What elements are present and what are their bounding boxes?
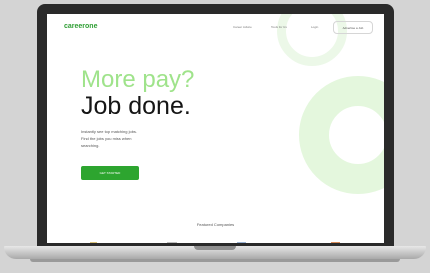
- hero-headline-primary: More pay?: [81, 66, 195, 93]
- decorative-ring-large: [299, 76, 384, 194]
- featured-companies-title: Featured Companies: [196, 222, 235, 227]
- laptop-screen: careerone Career Advice Tools for Us Log…: [47, 14, 384, 243]
- hero-copy-line: Find the jobs you miss when: [81, 136, 132, 141]
- site-logo[interactable]: careerone: [64, 23, 97, 30]
- hero-copy-line: searching.: [81, 143, 100, 148]
- company-logo[interactable]: [237, 242, 246, 243]
- nav-item-tools[interactable]: Tools for Us: [271, 25, 287, 29]
- hero-headline-secondary: Job done.: [81, 92, 191, 120]
- get-started-button[interactable]: GET STARTED: [81, 166, 139, 180]
- laptop-foot: [30, 259, 400, 262]
- laptop-hinge-notch: [194, 246, 236, 250]
- company-logo[interactable]: [331, 242, 340, 243]
- hero-copy: Instantly see top matching jobs. Find th…: [81, 128, 171, 149]
- hero-copy-line: Instantly see top matching jobs.: [81, 129, 138, 134]
- company-logo[interactable]: [167, 242, 177, 243]
- company-logo[interactable]: [90, 242, 97, 243]
- advertise-job-button[interactable]: Advertise a Job: [333, 21, 373, 34]
- nav-item-career-advice[interactable]: Career Advice: [233, 25, 252, 29]
- nav-item-login[interactable]: Login: [311, 25, 318, 29]
